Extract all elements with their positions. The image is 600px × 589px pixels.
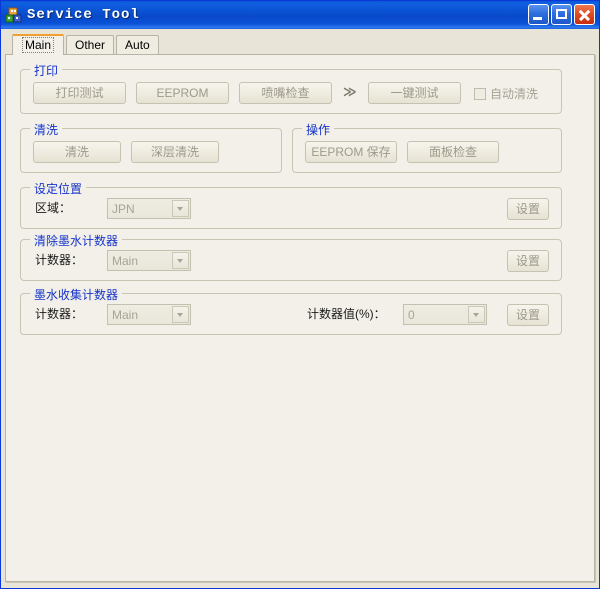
window-controls	[528, 4, 595, 25]
group-operation: 操作 EEPROM 保存 面板检查	[292, 128, 562, 173]
group-ink-absorber-counter: 墨水收集计数器 计数器： Main 计数器值(%)： 0 设置	[20, 293, 562, 335]
region-combobox-value: JPN	[108, 202, 172, 216]
ink-absorber-counter-combobox[interactable]: Main	[107, 304, 191, 325]
group-cleaning: 清洗 清洗 深层清洗	[20, 128, 282, 173]
ink-absorber-counter-combobox-value: Main	[108, 308, 172, 322]
eeprom-save-button[interactable]: EEPROM 保存	[305, 141, 397, 163]
tab-auto-label: Auto	[125, 38, 150, 52]
group-clear-ink-counter-label: 清除墨水计数器	[30, 232, 122, 249]
minimize-button[interactable]	[528, 4, 549, 25]
group-clear-ink-counter: 清除墨水计数器 计数器： Main 设置	[20, 239, 562, 281]
chevron-double-right-icon: ≫	[343, 84, 356, 100]
group-ink-absorber-counter-label: 墨水收集计数器	[30, 286, 122, 303]
tab-other-label: Other	[75, 38, 105, 52]
ink-absorber-value-combobox[interactable]: 0	[403, 304, 487, 325]
group-region-label: 设定位置	[30, 180, 86, 197]
tab-page-main: 打印 打印测试 EEPROM 喷嘴检查 ≫ 一键测试 自动清洗 清洗 清洗 深层…	[5, 54, 595, 582]
region-field-label: 区域：	[35, 200, 71, 216]
clear-ink-counter-combobox-value: Main	[108, 254, 172, 268]
nozzle-check-button[interactable]: 喷嘴检查	[239, 82, 332, 104]
chevron-down-icon[interactable]	[172, 252, 189, 269]
clear-ink-counter-combobox[interactable]: Main	[107, 250, 191, 271]
group-print: 打印 打印测试 EEPROM 喷嘴检查 ≫ 一键测试 自动清洗	[20, 69, 562, 114]
ink-absorber-value-combobox-value: 0	[404, 308, 468, 322]
checkbox-box-icon	[474, 88, 486, 100]
cleaning-button[interactable]: 清洗	[33, 141, 121, 163]
window-client-area: Main Other Auto 打印 打印测试 EEPROM 喷嘴检查 ≫ 一键…	[1, 29, 599, 588]
region-combobox[interactable]: JPN	[107, 198, 191, 219]
title-bar: Service Tool	[1, 1, 599, 29]
one-key-test-button[interactable]: 一键测试	[368, 82, 461, 104]
tab-main-label: Main	[22, 37, 54, 53]
group-operation-label: 操作	[302, 121, 334, 138]
group-region: 设定位置 区域： JPN 设置	[20, 187, 562, 229]
tab-strip: Main Other Auto	[5, 33, 595, 54]
ink-absorber-set-button[interactable]: 设置	[507, 304, 549, 326]
panel-check-button[interactable]: 面板检查	[407, 141, 499, 163]
app-icon	[5, 7, 22, 24]
window-title: Service Tool	[27, 7, 140, 23]
maximize-button[interactable]	[551, 4, 572, 25]
clear-ink-counter-field-label: 计数器：	[35, 252, 83, 268]
ink-absorber-value-label: 计数器值(%)：	[307, 306, 386, 322]
chevron-down-icon[interactable]	[468, 306, 485, 323]
tab-other[interactable]: Other	[66, 35, 114, 54]
group-cleaning-label: 清洗	[30, 121, 62, 138]
clear-ink-counter-set-button[interactable]: 设置	[507, 250, 549, 272]
tab-auto[interactable]: Auto	[116, 35, 159, 54]
auto-clean-checkbox[interactable]: 自动清洗	[474, 85, 538, 102]
region-set-button[interactable]: 设置	[507, 198, 549, 220]
group-print-label: 打印	[30, 62, 62, 79]
deep-cleaning-button[interactable]: 深层清洗	[131, 141, 219, 163]
eeprom-button[interactable]: EEPROM	[136, 82, 229, 104]
service-tool-window: Service Tool Main Other Auto	[0, 0, 600, 589]
print-test-button[interactable]: 打印测试	[33, 82, 126, 104]
tab-main[interactable]: Main	[12, 34, 64, 55]
ink-absorber-counter-label: 计数器：	[35, 306, 83, 322]
chevron-down-icon[interactable]	[172, 200, 189, 217]
chevron-down-icon[interactable]	[172, 306, 189, 323]
auto-clean-checkbox-label: 自动清洗	[490, 85, 538, 102]
close-button[interactable]	[574, 4, 595, 25]
